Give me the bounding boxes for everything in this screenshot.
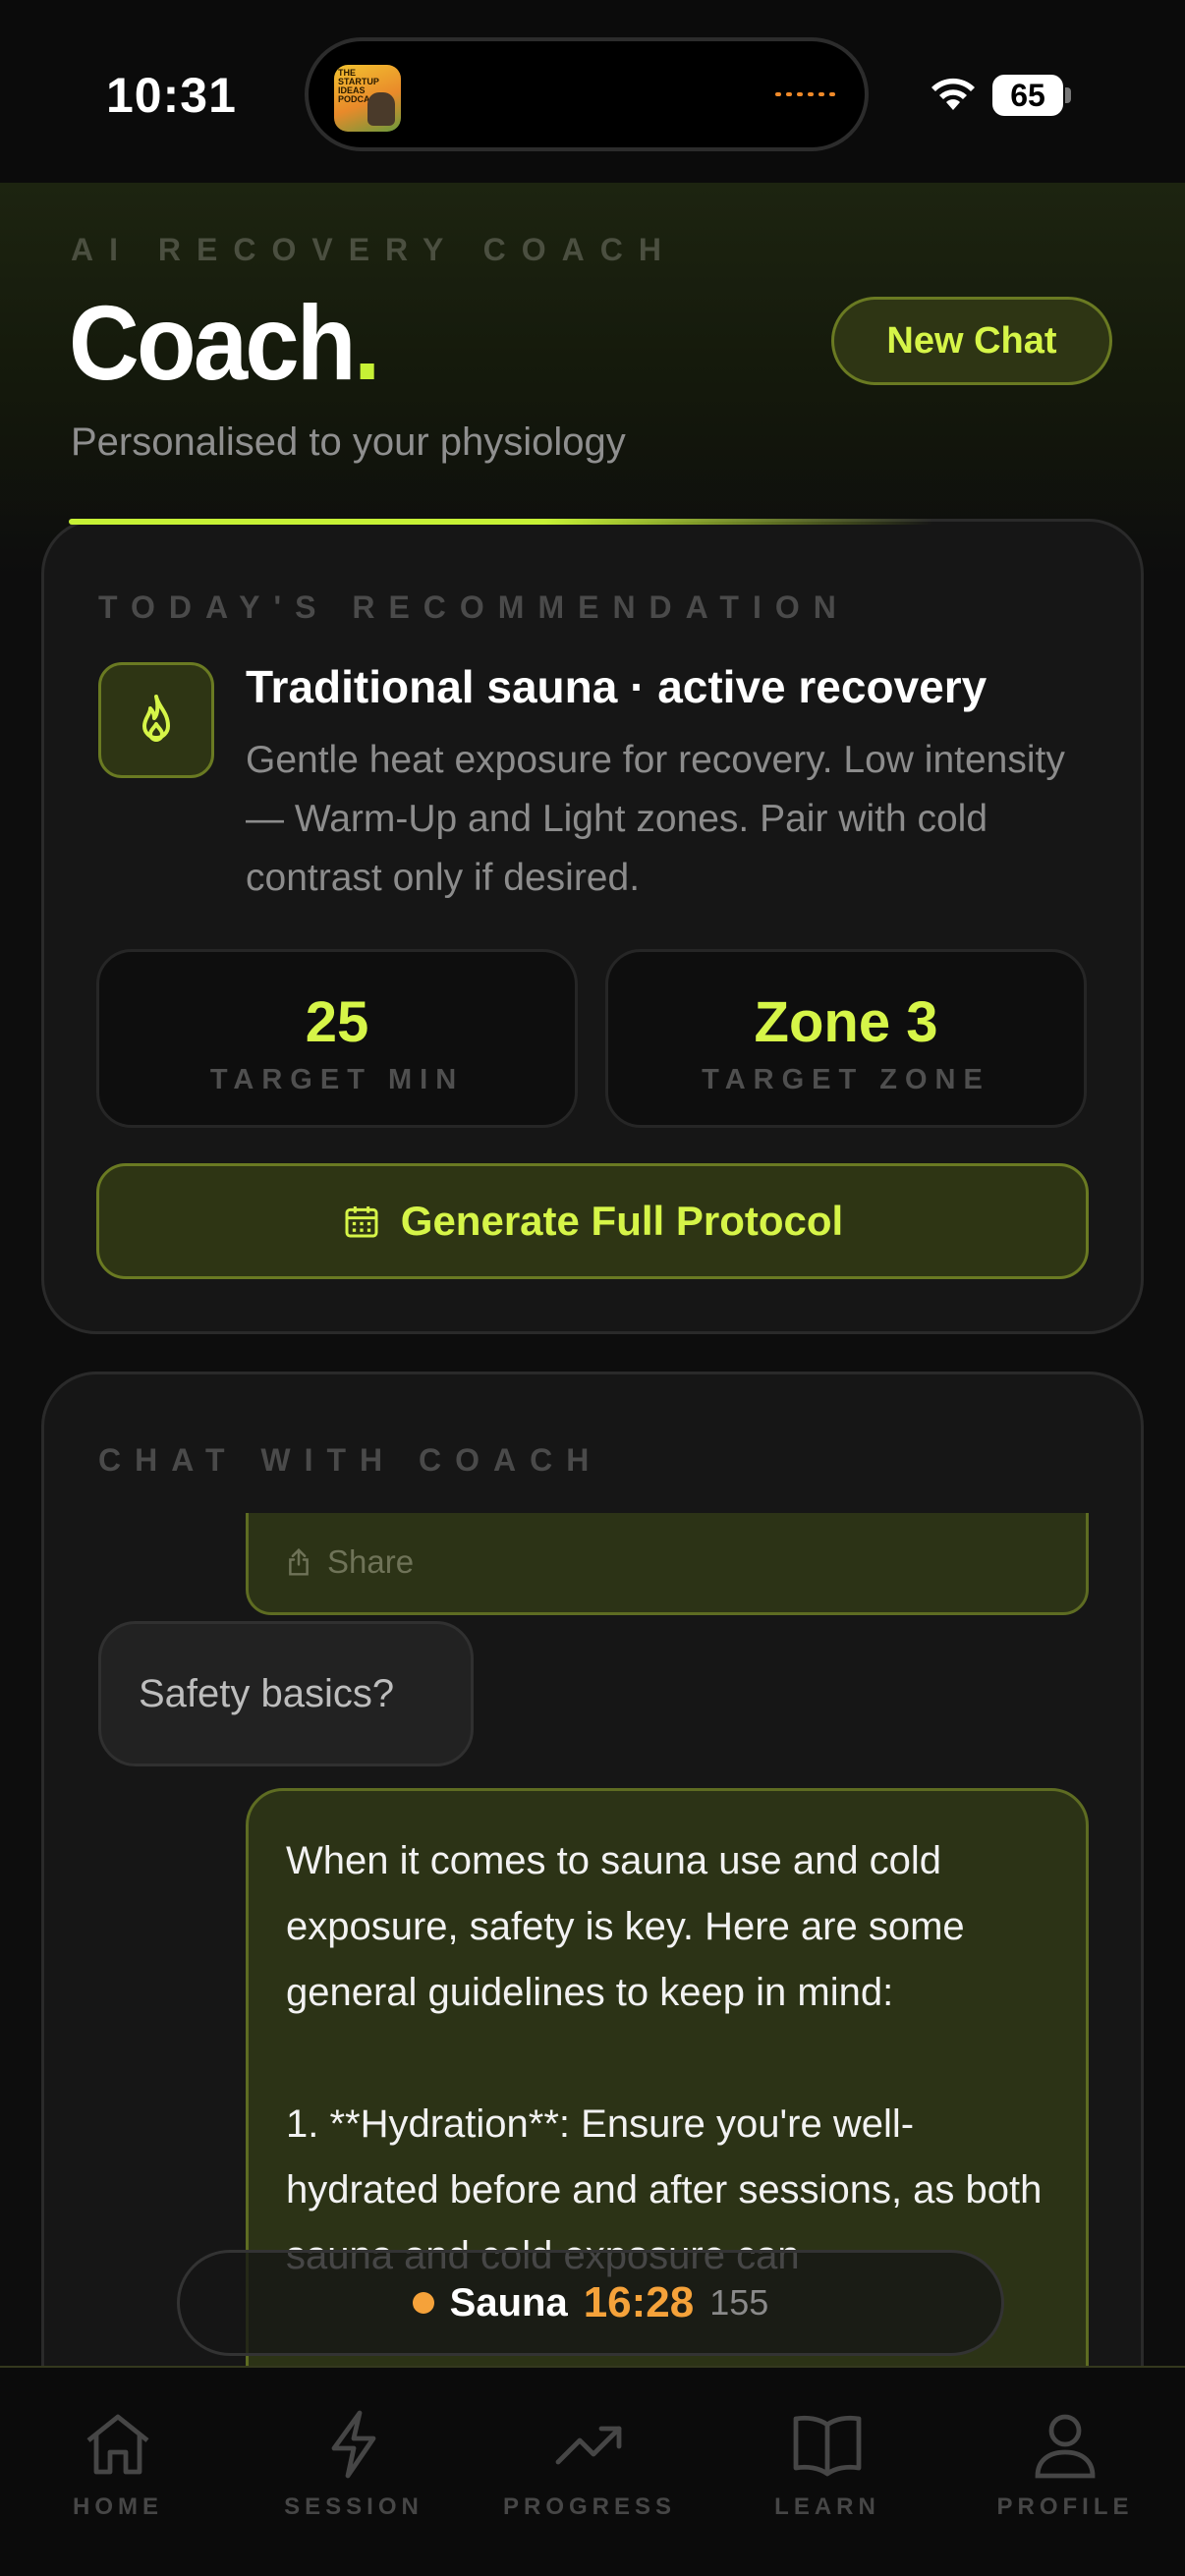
status-bar: 10:31 THE STARTUP IDEAS PODCAST 65 [0,0,1185,183]
coach-message-text: When it comes to sauna use and cold expo… [286,1839,1043,2277]
recommendation-icon-box [98,662,214,778]
recommendation-section-label: TODAY'S RECOMMENDATION [98,589,850,625]
target-min-value: 25 [305,990,369,1054]
lightning-icon [331,2410,376,2479]
share-label: Share [327,1543,415,1580]
wifi-icon [931,78,975,110]
dynamic-island[interactable]: THE STARTUP IDEAS PODCAST [305,37,869,151]
tab-learn-label: LEARN [774,2493,880,2520]
target-min-stat: 25 TARGET MIN [96,949,578,1128]
person-icon [1035,2414,1096,2479]
page-title: Coach. [69,281,381,404]
tab-home-label: HOME [73,2493,163,2520]
tab-bar: HOME SESSION PROGRESS LEARN PROFILE [0,2366,1185,2576]
trend-icon [555,2426,622,2465]
chat-messages[interactable]: Share Safety basics? When it comes to sa… [41,1513,1144,2366]
tab-home[interactable]: HOME [10,2409,226,2527]
book-icon [793,2415,862,2477]
battery-level: 65 [992,75,1063,116]
tab-learn[interactable]: LEARN [719,2409,935,2527]
generate-protocol-button[interactable]: Generate Full Protocol [96,1163,1089,1279]
chat-section-label: CHAT WITH COACH [98,1442,603,1478]
tab-profile-label: PROFILE [996,2493,1134,2520]
battery-icon [1065,87,1071,103]
header-eyebrow: AI RECOVERY COACH [71,232,677,267]
flame-icon [142,695,170,742]
tab-profile[interactable]: PROFILE [957,2409,1173,2527]
share-icon [289,1547,309,1576]
session-name: Sauna [449,2280,568,2324]
recommendation-description: Gentle heat exposure for recovery. Low i… [246,739,1065,899]
target-zone-label: TARGET ZONE [702,1064,990,1095]
active-session-pill[interactable]: Sauna 16:28 155 [177,2250,1004,2356]
share-button[interactable]: Share [284,1543,414,1581]
tab-session-label: SESSION [284,2493,423,2520]
user-message: Safety basics? [98,1621,474,1766]
coach-message-previous: Share [246,1513,1089,1615]
calendar-icon [345,1206,378,1238]
card-accent-bar [69,519,933,525]
new-chat-button[interactable]: New Chat [831,297,1112,385]
session-temperature: 155 [709,2282,769,2323]
tab-progress-label: PROGRESS [502,2493,677,2520]
target-min-label: TARGET MIN [209,1064,465,1095]
target-zone-stat: Zone 3 TARGET ZONE [605,949,1087,1128]
session-status-dot [412,2292,434,2314]
page-title-text: Coach [69,283,357,402]
target-zone-value: Zone 3 [754,990,938,1054]
tab-progress[interactable]: PROGRESS [481,2409,698,2527]
tab-session[interactable]: SESSION [246,2409,462,2527]
home-icon [86,2414,149,2475]
podcast-artwork: THE STARTUP IDEAS PODCAST [334,65,401,132]
page-title-dot: . [353,283,381,402]
recommendation-title: Traditional sauna · active recovery [246,661,988,712]
generate-protocol-label: Generate Full Protocol [400,1198,844,1244]
session-timer: 16:28 [583,2278,695,2326]
page-subtitle: Personalised to your physiology [71,420,626,464]
status-time: 10:31 [106,68,237,123]
audio-waveform-icon [775,92,835,96]
